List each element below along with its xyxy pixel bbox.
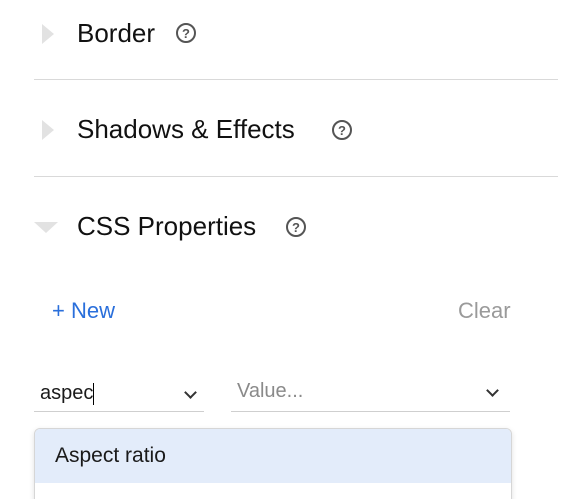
- section-divider: [34, 176, 558, 177]
- chevron-down-icon: [34, 222, 58, 233]
- new-property-button[interactable]: + New: [52, 298, 115, 324]
- chevron-right-icon: [42, 24, 54, 44]
- chevron-down-icon[interactable]: [486, 384, 499, 397]
- properties-panel: Border ? Shadows & Effects ? CSS Propert…: [0, 0, 581, 499]
- section-title-shadows-effects: Shadows & Effects: [77, 114, 295, 144]
- help-icon[interactable]: ?: [286, 217, 306, 237]
- value-placeholder: Value...: [237, 380, 304, 402]
- autocomplete-dropdown: Aspect ratio: [34, 428, 512, 499]
- section-title-border: Border: [77, 18, 156, 48]
- dropdown-option-label: Aspect ratio: [55, 444, 166, 467]
- dropdown-option-aspect-ratio[interactable]: Aspect ratio: [35, 429, 511, 483]
- clear-button[interactable]: Clear: [458, 298, 511, 324]
- chevron-down-icon[interactable]: [184, 386, 197, 399]
- property-value-input[interactable]: Value...: [231, 374, 510, 412]
- property-name-value: aspec: [40, 382, 94, 404]
- help-icon[interactable]: ?: [332, 120, 352, 140]
- help-icon[interactable]: ?: [176, 23, 196, 43]
- text-cursor: [93, 382, 95, 405]
- section-divider: [34, 79, 558, 80]
- property-name-input[interactable]: aspec: [34, 376, 204, 412]
- section-title-css-properties: CSS Properties: [77, 211, 257, 241]
- chevron-right-icon: [42, 120, 54, 140]
- property-name-value-wrap: aspec: [40, 382, 95, 405]
